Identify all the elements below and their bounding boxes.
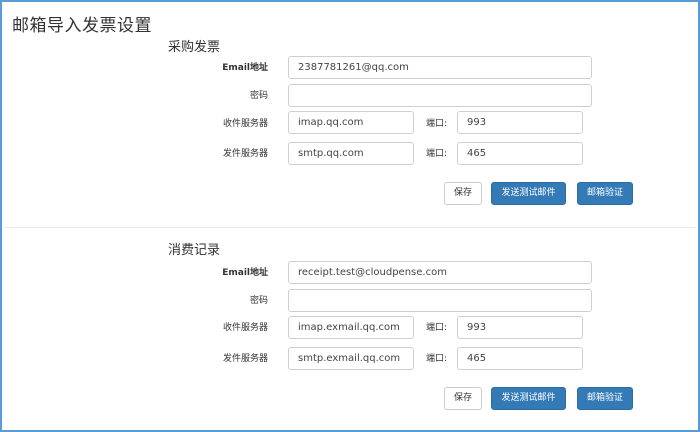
send-test-email-button[interactable]: 发送测试邮件 [491,182,566,205]
email-input[interactable] [288,261,592,284]
email-label: Email地址 [222,63,268,73]
password-input[interactable] [288,289,592,312]
send-test-email-button[interactable]: 发送测试邮件 [491,387,566,410]
password-input[interactable] [288,84,592,107]
password-label: 密码 [249,296,268,306]
page-title: 邮箱导入发票设置 [12,16,152,36]
verify-email-button[interactable]: 邮箱验证 [577,182,633,205]
outgoing-server-input[interactable] [288,347,414,370]
incoming-server-label: 收件服务器 [222,323,268,333]
save-button[interactable]: 保存 [444,387,482,410]
password-label: 密码 [249,91,268,101]
save-button[interactable]: 保存 [444,182,482,205]
incoming-server-input[interactable] [288,111,414,134]
settings-window: 邮箱导入发票设置 采购发票 Email地址 密码 收件服务器 端口: 发件服务器… [0,0,700,432]
incoming-server-input[interactable] [288,316,414,339]
email-input[interactable] [288,56,592,79]
verify-email-button[interactable]: 邮箱验证 [577,387,633,410]
outgoing-port-input[interactable] [457,142,583,165]
incoming-port-input[interactable] [457,111,583,134]
incoming-port-label: 端口: [426,323,448,333]
outgoing-server-label: 发件服务器 [222,149,268,159]
section-title: 消费记录 [168,243,221,258]
email-label: Email地址 [222,268,268,278]
incoming-port-label: 端口: [426,119,448,129]
incoming-server-label: 收件服务器 [222,119,268,129]
outgoing-server-input[interactable] [288,142,414,165]
section-divider [4,227,696,228]
section-title: 采购发票 [168,40,221,55]
outgoing-port-label: 端口: [426,354,448,364]
outgoing-port-input[interactable] [457,347,583,370]
incoming-port-input[interactable] [457,316,583,339]
outgoing-server-label: 发件服务器 [222,354,268,364]
outgoing-port-label: 端口: [426,149,448,159]
